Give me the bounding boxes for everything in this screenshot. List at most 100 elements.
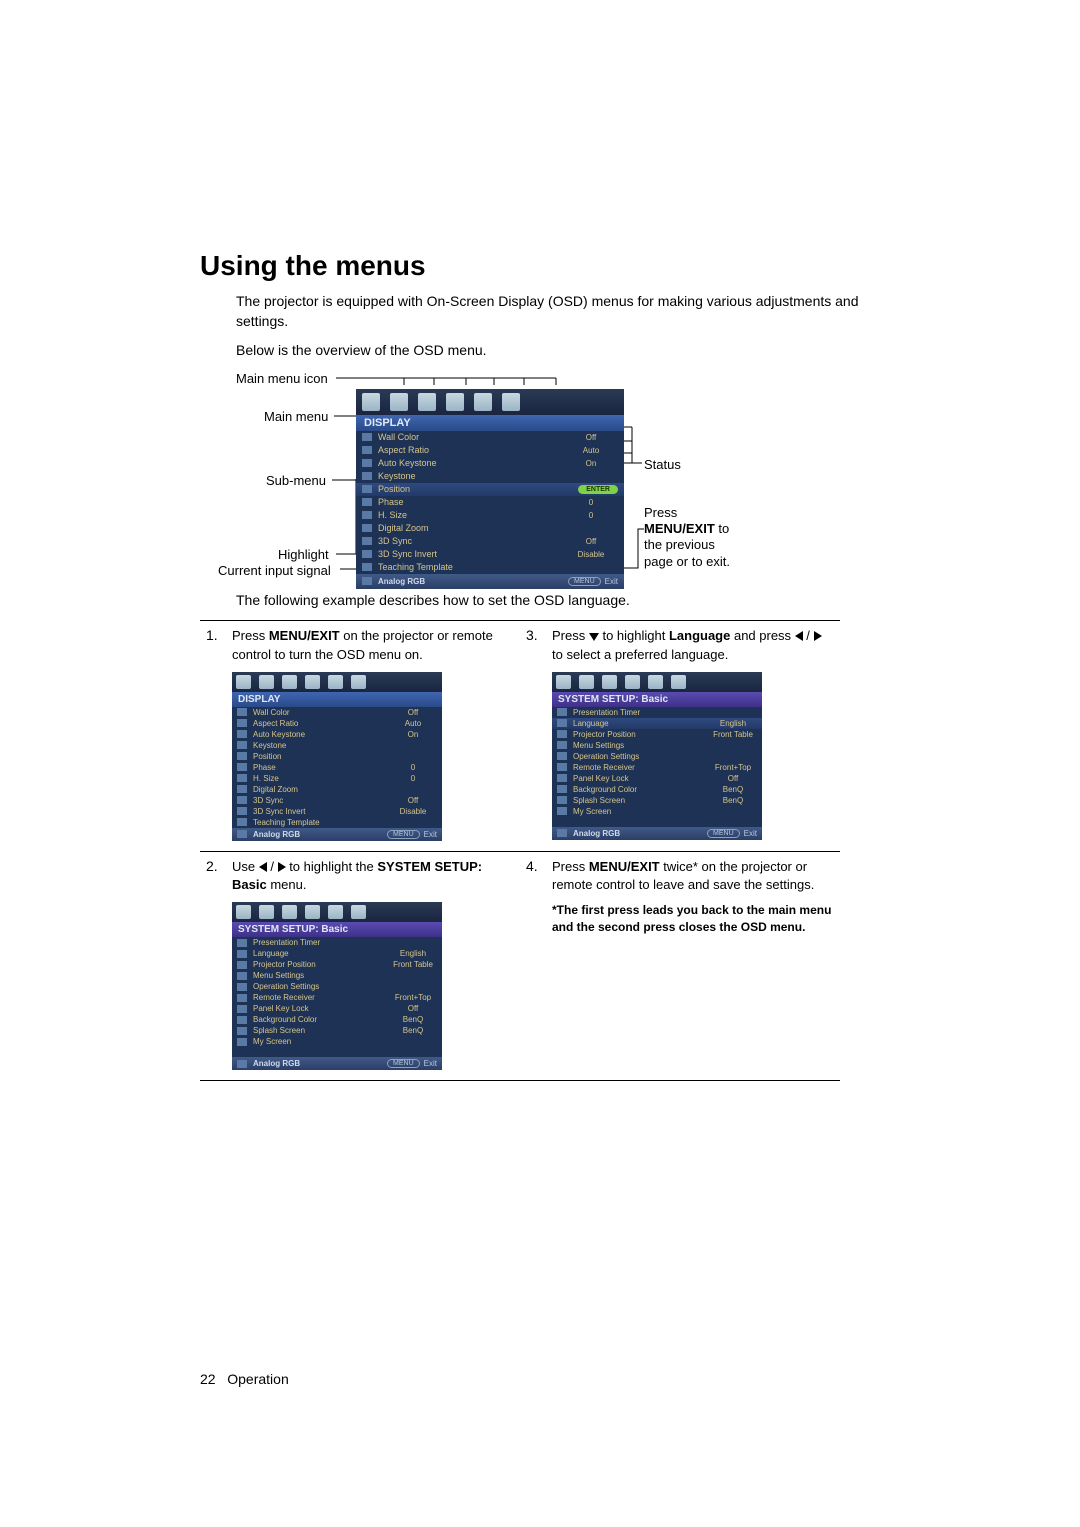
intro-paragraph-2: Below is the overview of the OSD menu. bbox=[236, 341, 880, 361]
row-label: Panel Key Lock bbox=[253, 1004, 389, 1013]
osd-row: Digital Zoom bbox=[232, 784, 442, 795]
row-icon bbox=[237, 730, 247, 738]
row-label: Language bbox=[253, 949, 389, 958]
footer-menu-badge: MENU bbox=[387, 1059, 420, 1068]
tab-icon bbox=[579, 675, 594, 689]
tab-icon bbox=[556, 675, 571, 689]
row-icon bbox=[237, 983, 247, 991]
tab-icon bbox=[351, 675, 366, 689]
osd-row: Wall ColorOff bbox=[232, 707, 442, 718]
osd-row: Keystone bbox=[232, 740, 442, 751]
osd-row: Keystone bbox=[356, 470, 624, 483]
row-icon bbox=[362, 563, 372, 571]
row-value: Auto bbox=[389, 719, 437, 728]
arrow-down-icon bbox=[589, 633, 599, 641]
row-label: Digital Zoom bbox=[378, 523, 564, 533]
row-label: Operation Settings bbox=[573, 752, 709, 761]
osd-row: 3D SyncOff bbox=[232, 795, 442, 806]
row-value: 0 bbox=[389, 774, 437, 783]
tab-icon bbox=[328, 675, 343, 689]
osd-row: Auto KeystoneOn bbox=[232, 729, 442, 740]
intro-paragraph-1: The projector is equipped with On-Screen… bbox=[236, 292, 880, 331]
osd-row: Phase0 bbox=[356, 496, 624, 509]
osd-row: My Screen bbox=[552, 806, 762, 817]
step-1-cell: 1. Press MENU/EXIT on the projector or r… bbox=[200, 621, 520, 851]
osd-row: Wall ColorOff bbox=[356, 431, 624, 444]
osd-tab-bar bbox=[356, 389, 624, 415]
row-icon bbox=[557, 774, 567, 782]
osd-row: Operation Settings bbox=[232, 981, 442, 992]
row-label: My Screen bbox=[573, 807, 709, 816]
row-label: Phase bbox=[253, 763, 389, 772]
osd-row: 3D Sync InvertDisable bbox=[356, 548, 624, 561]
row-icon bbox=[237, 719, 247, 727]
row-label: Presentation Timer bbox=[573, 708, 709, 717]
row-label: Teaching Template bbox=[253, 818, 389, 827]
osd-row: 3D SyncOff bbox=[356, 535, 624, 548]
osd-row-list: Presentation TimerLanguageEnglishProject… bbox=[232, 937, 442, 1047]
tab-icon bbox=[362, 393, 380, 411]
tab-icon bbox=[502, 393, 520, 411]
osd-row: Remote ReceiverFront+Top bbox=[552, 762, 762, 773]
row-icon bbox=[362, 459, 372, 467]
osd-row: Digital Zoom bbox=[356, 522, 624, 535]
page-number: 22 bbox=[200, 1371, 216, 1387]
row-icon bbox=[362, 446, 372, 454]
row-icon bbox=[557, 752, 567, 760]
osd-row: Phase0 bbox=[232, 762, 442, 773]
row-value: BenQ bbox=[389, 1015, 437, 1024]
osd-row: Menu Settings bbox=[552, 740, 762, 751]
enter-badge: ENTER bbox=[578, 485, 618, 494]
row-icon bbox=[237, 950, 247, 958]
footer-signal: Analog RGB bbox=[253, 1059, 387, 1068]
osd-title: SYSTEM SETUP: Basic bbox=[552, 692, 762, 707]
row-icon bbox=[557, 730, 567, 738]
step-4-cell: 4. Press MENU/EXIT twice* on the project… bbox=[520, 851, 840, 1080]
row-label: Auto Keystone bbox=[253, 730, 389, 739]
label-status: Status bbox=[644, 457, 681, 472]
step-2-text: Use / to highlight the SYSTEM SETUP: Bas… bbox=[232, 858, 514, 894]
footer-menu-badge: MENU bbox=[387, 830, 420, 839]
row-icon bbox=[362, 485, 372, 493]
step-number: 3. bbox=[526, 627, 552, 643]
osd-footer: Analog RGB MENU Exit bbox=[356, 574, 624, 589]
step-number: 4. bbox=[526, 858, 552, 874]
footer-signal: Analog RGB bbox=[378, 577, 568, 586]
step-number: 1. bbox=[206, 627, 232, 643]
tab-icon bbox=[390, 393, 408, 411]
osd-row: Menu Settings bbox=[232, 970, 442, 981]
row-label: Aspect Ratio bbox=[378, 445, 564, 455]
tab-icon bbox=[259, 675, 274, 689]
footer-signal: Analog RGB bbox=[573, 829, 707, 838]
row-label: H. Size bbox=[378, 510, 564, 520]
tab-icon bbox=[259, 905, 274, 919]
row-value: Disable bbox=[564, 550, 618, 559]
step-3-cell: 3. Press to highlight Language and press… bbox=[520, 621, 840, 851]
example-intro: The following example describes how to s… bbox=[236, 591, 880, 611]
row-value: Auto bbox=[564, 446, 618, 455]
osd-row: Background ColorBenQ bbox=[232, 1014, 442, 1025]
row-label: Wall Color bbox=[378, 432, 564, 442]
osd-panel-step3: SYSTEM SETUP: Basic Presentation TimerLa… bbox=[552, 672, 762, 840]
row-value: Disable bbox=[389, 807, 437, 816]
row-label: Phase bbox=[378, 497, 564, 507]
arrow-right-icon bbox=[278, 862, 286, 872]
osd-row: Remote ReceiverFront+Top bbox=[232, 992, 442, 1003]
osd-panel-main: DISPLAY Wall ColorOffAspect RatioAutoAut… bbox=[356, 389, 624, 589]
row-label: Wall Color bbox=[253, 708, 389, 717]
tab-icon bbox=[602, 675, 617, 689]
row-label: Operation Settings bbox=[253, 982, 389, 991]
label-current-input: Current input signal bbox=[218, 563, 331, 578]
osd-row: Auto KeystoneOn bbox=[356, 457, 624, 470]
osd-row: My Screen bbox=[232, 1036, 442, 1047]
row-icon bbox=[237, 939, 247, 947]
section-name: Operation bbox=[227, 1371, 288, 1387]
row-value: Front Table bbox=[709, 730, 757, 739]
step-4-text: Press MENU/EXIT twice* on the projector … bbox=[552, 858, 834, 894]
osd-row: LanguageEnglish bbox=[552, 718, 762, 729]
tab-icon bbox=[418, 393, 436, 411]
row-label: Projector Position bbox=[573, 730, 709, 739]
row-value: Off bbox=[564, 537, 618, 546]
row-value: BenQ bbox=[709, 785, 757, 794]
row-icon bbox=[557, 741, 567, 749]
